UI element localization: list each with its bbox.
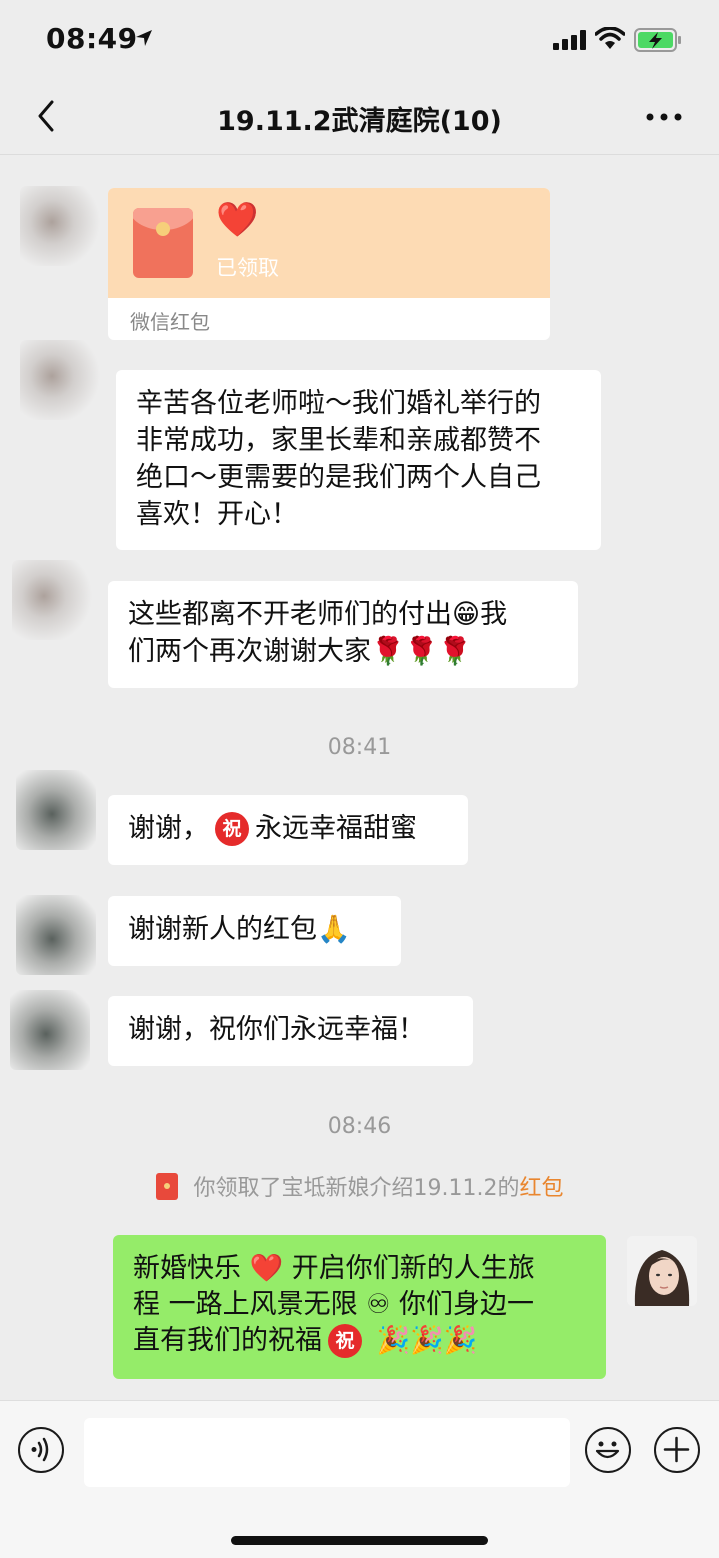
message-bubble[interactable]: 辛苦各位老师啦～我们婚礼举行的 非常成功，家里长辈和亲戚都赞不 绝口～更需要的是… (116, 370, 601, 550)
message-bubble[interactable]: 这些都离不开老师们的付出😁我 们两个再次谢谢大家🌹🌹🌹 (108, 581, 578, 688)
red-envelope-icon (155, 1173, 178, 1200)
chat-header: 19.11.2武清庭院(10) (0, 80, 719, 155)
red-packet-message[interactable]: ❤️ 已领取 微信红包 (108, 188, 550, 340)
voice-wave-glyph (31, 1437, 49, 1462)
red-packet-status: 已领取 (216, 256, 279, 280)
avatar[interactable] (16, 895, 96, 975)
plus-icon[interactable] (654, 1427, 700, 1473)
heart-icon: ❤️ (249, 1253, 284, 1284)
avatar-portrait (627, 1236, 697, 1306)
blessing-icon: 祝 (328, 1324, 362, 1358)
blessing-icon: 祝 (215, 812, 249, 846)
home-indicator (231, 1536, 488, 1545)
message-input[interactable] (84, 1418, 570, 1487)
ellipsis-icon[interactable] (644, 102, 684, 132)
message-text: 新婚快乐 (133, 1253, 250, 1284)
timestamp: 08:46 (327, 1114, 392, 1139)
message-text: 这些都离不开老师们的付出😁我 (128, 599, 508, 630)
battery-charging-icon (634, 28, 681, 52)
voice-icon[interactable] (18, 1427, 64, 1473)
status-bar: 08:49 (0, 0, 719, 80)
plus-glyph (663, 1436, 690, 1463)
avatar[interactable] (20, 340, 100, 420)
message-bubble[interactable]: 谢谢新人的红包🙏 (108, 896, 401, 966)
avatar[interactable] (20, 186, 100, 266)
red-packet-label: 微信红包 (130, 310, 210, 334)
self-avatar[interactable] (627, 1236, 697, 1306)
message-text: 谢谢， (128, 813, 209, 844)
avatar[interactable] (16, 770, 96, 850)
message-text: 永远幸福甜蜜 (255, 813, 417, 844)
message-bubble[interactable]: 谢谢，祝你们永远幸福！ (108, 996, 473, 1066)
cellular-signal-icon (553, 30, 586, 50)
red-envelope-icon (133, 208, 193, 278)
smiley-glyph (595, 1441, 620, 1459)
wifi-icon (595, 27, 625, 49)
chat-title: 19.11.2武清庭院(10) (217, 106, 502, 137)
input-bar (0, 1400, 719, 1558)
timestamp: 08:41 (327, 735, 392, 760)
avatar[interactable] (12, 560, 92, 640)
message-text: 🎉🎉🎉 (368, 1325, 478, 1356)
system-notice: 你领取了宝坻新娘介绍19.11.2的红包 (0, 1170, 719, 1202)
red-packet-banner: ❤️ 已领取 (108, 188, 550, 298)
red-packet-link[interactable]: 红包 (519, 1176, 563, 1201)
red-packet-note: ❤️ (216, 200, 259, 240)
status-time: 08:49 (46, 22, 138, 55)
message-text: 们两个再次谢谢大家🌹🌹🌹 (128, 636, 472, 667)
location-arrow-icon (136, 30, 152, 46)
smiley-icon[interactable] (585, 1427, 631, 1473)
message-text: 谢谢新人的红包 (128, 914, 317, 945)
avatar[interactable] (10, 990, 90, 1070)
folded-hands-icon: 🙏 (317, 914, 351, 945)
message-bubble[interactable]: 谢谢，祝永远幸福甜蜜 (108, 795, 468, 865)
self-message-bubble[interactable]: 新婚快乐 ❤️ 开启你们新的人生旅 程 一路上风景无限 ♾ 你们身边一 直有我们… (113, 1235, 606, 1379)
notice-text: 你领取了宝坻新娘介绍19.11.2的 (193, 1176, 520, 1201)
